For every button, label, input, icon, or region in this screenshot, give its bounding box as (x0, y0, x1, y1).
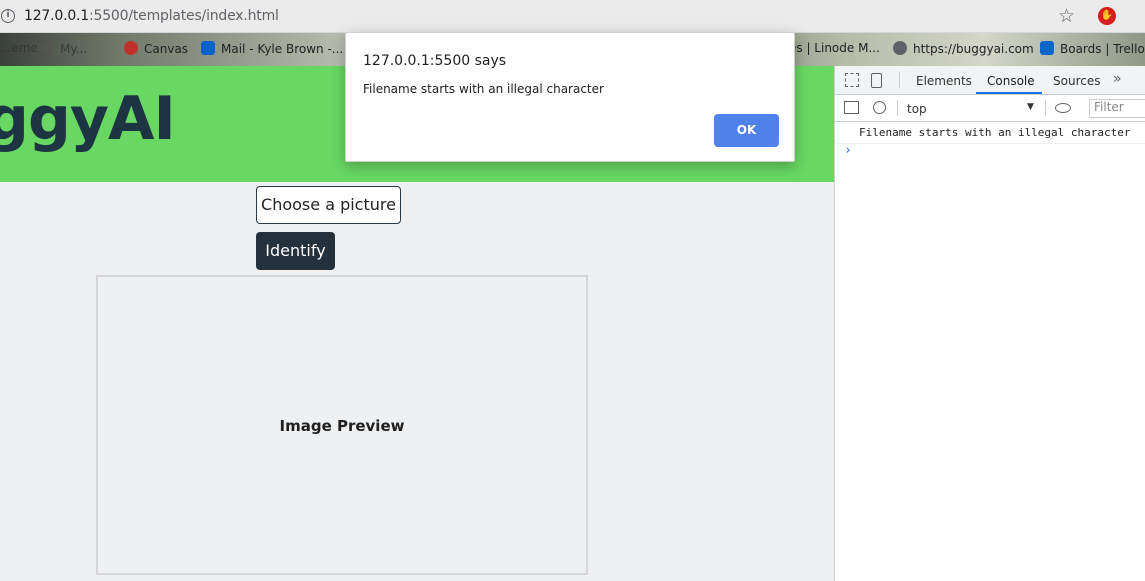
globe-icon (40, 41, 54, 55)
eye-icon[interactable] (1055, 103, 1071, 113)
canvas-icon (124, 41, 138, 55)
inspect-element-icon[interactable] (845, 73, 859, 87)
choose-picture-button[interactable]: Choose a picture (256, 186, 401, 224)
divider (899, 72, 900, 88)
outlook-icon (201, 41, 215, 55)
identify-button[interactable]: Identify (256, 232, 335, 270)
image-preview-label: Image Preview (279, 417, 405, 435)
info-icon[interactable]: i (1, 9, 15, 23)
url-path: :5500/templates/index.html (89, 8, 279, 24)
dialog-message: Filename starts with an illegal characte… (363, 82, 604, 96)
image-preview: Image Preview (96, 275, 588, 575)
console-message: Filename starts with an illegal characte… (835, 122, 1145, 144)
bookmark-item[interactable]: Boards | Trello (1040, 41, 1145, 56)
url-field[interactable]: 127.0.0.1:5500/templates/index.html (24, 8, 279, 24)
console-toolbar: top ▼ Filter (835, 95, 1145, 122)
bookmark-item[interactable]: My... (40, 41, 87, 56)
bookmark-label: Mail - Kyle Brown -... (221, 42, 344, 56)
context-selector[interactable]: top (907, 102, 927, 116)
trello-icon (1040, 41, 1054, 55)
globe-icon (893, 41, 907, 55)
divider (897, 100, 898, 116)
bookmark-label: My... (60, 42, 88, 56)
chevron-down-icon[interactable]: ▼ (1027, 102, 1034, 112)
bookmark-item[interactable]: Mail - Kyle Brown -... (201, 41, 343, 56)
bookmark-label: https://buggyai.com (913, 42, 1034, 56)
clear-console-icon[interactable] (873, 101, 886, 114)
tab-sources[interactable]: Sources (1053, 74, 1100, 88)
bookmark-label: Boards | Trello (1060, 42, 1145, 56)
device-toolbar-icon[interactable] (871, 73, 882, 88)
bookmark-item[interactable]: ...eme (0, 41, 38, 55)
address-bar: i 127.0.0.1:5500/templates/index.html ☆ … (0, 0, 1145, 33)
devtools-panel: Elements Console Sources » top ▼ Filter … (834, 66, 1145, 581)
filter-input[interactable]: Filter (1089, 99, 1145, 118)
dialog-title: 127.0.0.1:5500 says (363, 53, 507, 69)
more-tabs-icon[interactable]: » (1113, 71, 1122, 87)
bookmark-item[interactable]: Canvas (124, 41, 188, 56)
brand-title: ggyAI (0, 84, 176, 154)
tab-console[interactable]: Console (987, 74, 1035, 88)
extension-icon[interactable]: ✋ (1098, 7, 1116, 25)
alert-dialog: 127.0.0.1:5500 says Filename starts with… (345, 32, 795, 162)
bookmark-star-icon[interactable]: ☆ (1058, 5, 1075, 27)
bookmark-item[interactable]: https://buggyai.com (893, 41, 1034, 56)
active-tab-indicator (976, 92, 1042, 94)
bookmark-label: Canvas (144, 42, 189, 56)
bookmark-label: ...eme (0, 41, 38, 55)
console-message-text: Filename starts with an illegal characte… (859, 126, 1131, 139)
ok-button[interactable]: OK (714, 114, 779, 147)
tab-elements[interactable]: Elements (916, 74, 972, 88)
bookmark-label: es | Linode M... (789, 41, 880, 55)
divider (1045, 100, 1046, 116)
devtools-tabbar: Elements Console Sources » (835, 66, 1145, 95)
sidebar-toggle-icon[interactable] (844, 101, 859, 114)
url-host: 127.0.0.1 (24, 8, 89, 24)
console-prompt-icon[interactable]: › (844, 143, 852, 158)
bookmark-item[interactable]: es | Linode M... (789, 41, 880, 55)
